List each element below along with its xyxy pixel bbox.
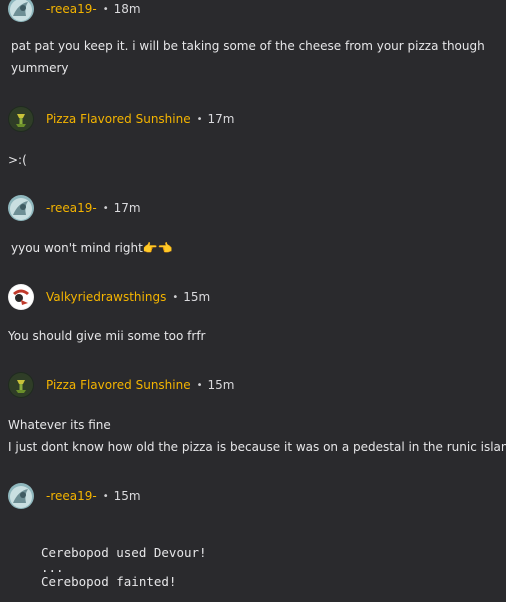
post-username[interactable]: -reea19- [46,201,97,215]
separator-dot: • [172,291,179,303]
post-header: Pizza Flavored Sunshine • 15m [0,372,506,398]
post-timestamp[interactable]: 15m [208,378,235,392]
post: -reea19- • 18m pat pat you keep it. i wi… [0,0,506,79]
pizza-sunshine-avatar-icon[interactable] [8,106,34,132]
post-line: yyou won't mind right👉👈 [11,241,173,255]
post-timestamp[interactable]: 17m [208,112,235,126]
reea19-avatar-icon[interactable] [8,195,34,221]
code-block: Cerebopod used Devour! ... Cerebopod fai… [41,545,506,590]
separator-dot: • [102,3,109,15]
post-header: -reea19- • 17m [0,195,506,221]
post-timestamp[interactable]: 17m [114,201,141,215]
post-header: -reea19- • 15m [0,483,506,509]
post: Pizza Flavored Sunshine • 17m >:( [0,106,506,171]
separator-dot: • [102,202,109,214]
post: Pizza Flavored Sunshine • 15m Whatever i… [0,372,506,458]
reea19-avatar-icon[interactable] [8,0,34,22]
post-username[interactable]: Valkyriedrawsthings [46,290,166,304]
post: -reea19- • 17m yyou won't mind right👉👈 [0,195,506,259]
post-line: yummery [11,61,69,75]
post-line: You should give mii some too frfr [8,329,206,343]
post: -reea19- • 15m Cerebopod used Devour! ..… [0,483,506,590]
post-line: >:( [8,153,27,167]
post-line: pat pat you keep it. i will be taking so… [11,39,485,53]
post-timestamp[interactable]: 15m [183,290,210,304]
post-header: Valkyriedrawsthings • 15m [0,284,506,310]
post-username[interactable]: -reea19- [46,489,97,503]
post-timestamp[interactable]: 18m [114,2,141,16]
pizza-sunshine-avatar-icon[interactable] [8,372,34,398]
post: Valkyriedrawsthings • 15m You should giv… [0,284,506,347]
post-username[interactable]: Pizza Flavored Sunshine [46,378,191,392]
post-username[interactable]: Pizza Flavored Sunshine [46,112,191,126]
valkyrie-avatar-icon[interactable] [8,284,34,310]
post-header: Pizza Flavored Sunshine • 17m [0,106,506,132]
post-header: -reea19- • 18m [0,0,506,22]
post-username[interactable]: -reea19- [46,2,97,16]
separator-dot: • [196,113,203,125]
post-timestamp[interactable]: 15m [114,489,141,503]
code-line: Cerebopod used Devour! [41,545,207,560]
code-line: ... [41,559,64,575]
post-line: I just dont know how old the pizza is be… [8,440,506,454]
separator-dot: • [102,490,109,502]
code-line: Cerebopod fainted! [41,574,177,589]
separator-dot: • [196,379,203,391]
post-line: Whatever its fine [8,418,111,432]
reea19-avatar-icon[interactable] [8,483,34,509]
